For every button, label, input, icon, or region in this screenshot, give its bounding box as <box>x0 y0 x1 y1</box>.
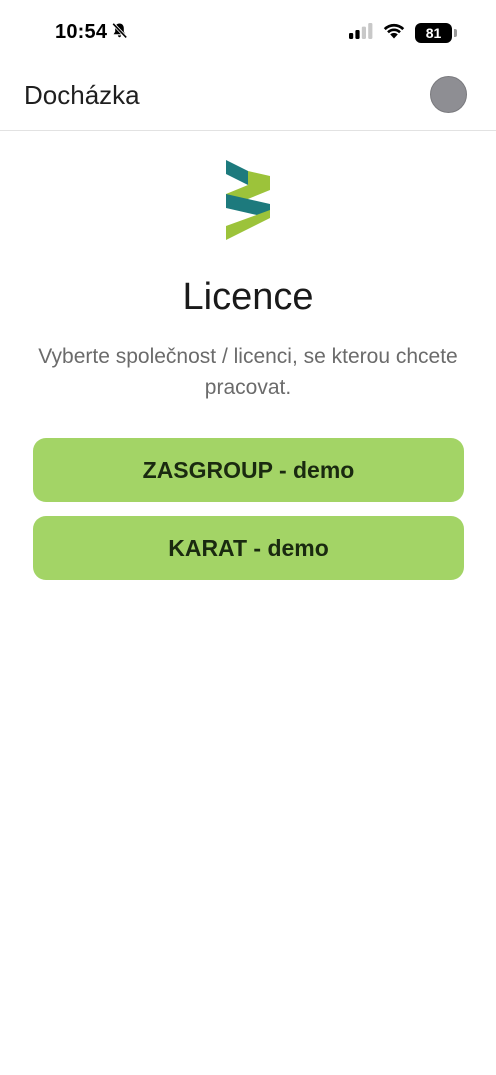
license-button-zasgroup[interactable]: ZASGROUP - demo <box>33 438 464 502</box>
page-title: Licence <box>182 276 314 318</box>
cellular-signal-icon <box>349 22 373 44</box>
company-logo <box>224 160 272 240</box>
license-button-karat[interactable]: KARAT - demo <box>33 516 464 580</box>
bell-slash-icon <box>111 22 128 44</box>
status-time: 10:54 <box>55 21 108 43</box>
license-button-label: ZASGROUP - demo <box>142 456 355 483</box>
app-title: Docházka <box>24 80 140 110</box>
avatar[interactable] <box>430 76 467 113</box>
status-icons: 81 <box>349 22 457 44</box>
app-header: Docházka <box>0 68 496 131</box>
license-button-label: KARAT - demo <box>168 534 329 561</box>
battery-level: 81 <box>425 25 442 41</box>
status-bar: 10:54 81 <box>0 0 496 68</box>
page-subtitle: Vyberte společnost / licenci, se kterou … <box>38 345 458 399</box>
license-list: ZASGROUP - demo KARAT - demo <box>33 438 464 594</box>
battery-icon: 81 <box>415 23 457 43</box>
wifi-icon <box>383 22 405 44</box>
status-time-group: 10:54 <box>55 21 128 44</box>
